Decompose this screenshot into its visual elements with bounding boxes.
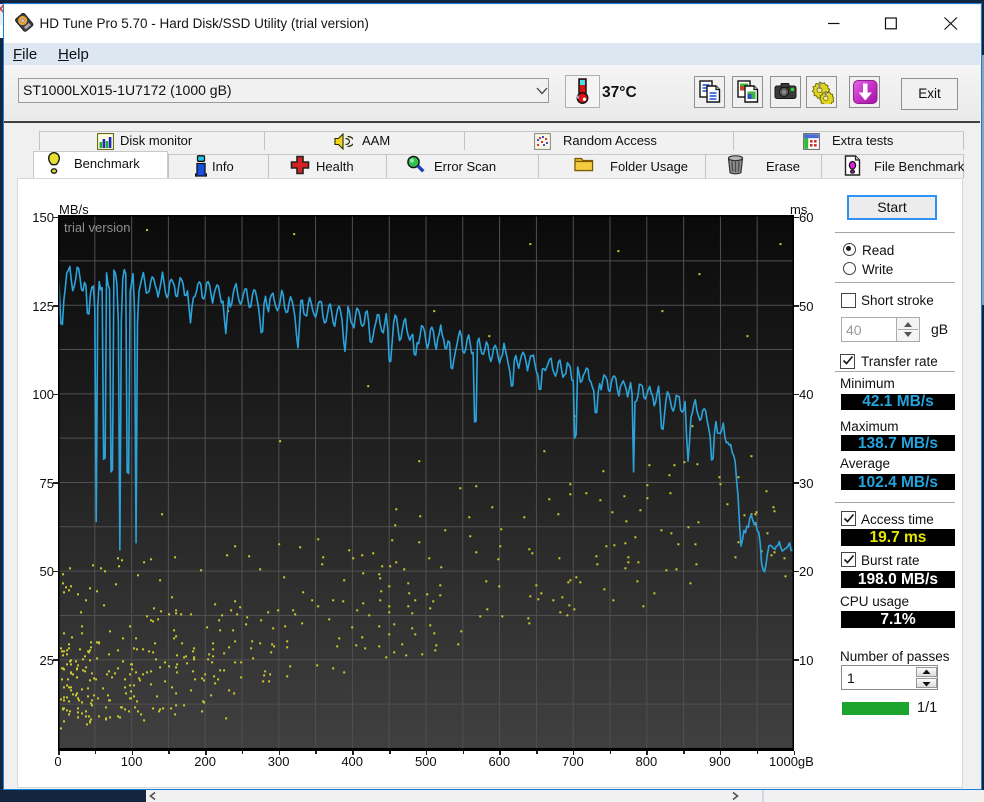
- svg-text:trial version: trial version: [64, 220, 130, 235]
